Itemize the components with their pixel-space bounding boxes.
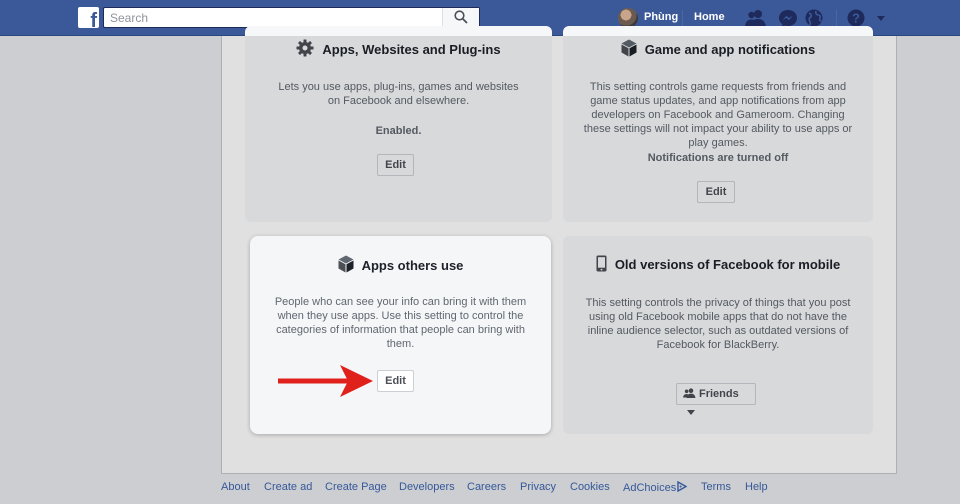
avatar <box>618 8 638 28</box>
friends-icon <box>683 388 696 398</box>
footer-link-create-page[interactable]: Create Page <box>325 481 387 493</box>
game-app-notifications-card: Game and app notifications This setting … <box>563 26 873 222</box>
card-title: Game and app notifications <box>563 39 873 57</box>
cube-icon <box>621 39 637 57</box>
red-arrow-icon <box>278 365 373 397</box>
footer-link-about[interactable]: About <box>221 481 250 493</box>
cube-icon <box>338 255 354 273</box>
apps-websites-plugins-card: Apps, Websites and Plug-ins Lets you use… <box>245 26 552 222</box>
svg-text:?: ? <box>852 11 860 26</box>
footer-link-cookies[interactable]: Cookies <box>570 481 610 493</box>
home-link[interactable]: Home <box>694 11 725 23</box>
gear-icon <box>296 39 314 57</box>
footer-link-privacy[interactable]: Privacy <box>520 481 556 493</box>
dropdown-caret-icon[interactable] <box>874 8 888 28</box>
apps-others-use-card: Apps others use People who can see your … <box>250 236 551 434</box>
card-title: Apps, Websites and Plug-ins <box>245 39 552 57</box>
footer-link-adchoices-label: AdChoices <box>623 482 677 494</box>
friend-requests-icon[interactable] <box>745 8 767 28</box>
card-title-text: Apps others use <box>361 258 464 273</box>
card-description: Lets you use apps, plug-ins, games and w… <box>278 81 519 107</box>
nav-divider <box>836 10 837 26</box>
edit-apps-button[interactable]: Edit <box>377 154 414 176</box>
card-status: Enabled. <box>375 125 422 137</box>
card-description: This setting controls game requests from… <box>583 81 853 149</box>
help-icon[interactable]: ? <box>846 8 868 28</box>
edit-game-notifications-button[interactable]: Edit <box>697 181 735 203</box>
footer-link-adchoices[interactable]: AdChoices <box>623 480 688 494</box>
card-description: This setting controls the privacy of thi… <box>585 297 851 351</box>
search-box <box>103 7 480 28</box>
card-title-text: Apps, Websites and Plug-ins <box>322 42 501 57</box>
notifications-globe-icon[interactable] <box>803 8 825 28</box>
search-icon <box>454 10 468 24</box>
card-title: Old versions of Facebook for mobile <box>563 255 873 272</box>
audience-selector-button[interactable]: Friends <box>676 383 756 415</box>
footer-link-careers[interactable]: Careers <box>467 481 506 493</box>
card-status: Notifications are turned off <box>647 152 789 164</box>
footer-link-developers[interactable]: Developers <box>399 481 455 493</box>
search-input[interactable] <box>104 8 444 27</box>
audience-label: Friends <box>699 388 739 400</box>
footer-link-help[interactable]: Help <box>745 481 768 493</box>
search-button[interactable] <box>442 8 479 27</box>
adchoices-icon <box>677 480 688 493</box>
footer-link-create-ad[interactable]: Create ad <box>264 481 312 493</box>
old-versions-mobile-card: Old versions of Facebook for mobile This… <box>563 236 873 434</box>
user-name: Phùng <box>644 11 679 23</box>
card-description: People who can see your info can bring i… <box>274 296 527 350</box>
card-title-text: Game and app notifications <box>644 42 816 57</box>
card-title-text: Old versions of Facebook for mobile <box>614 257 841 272</box>
mobile-phone-icon <box>596 255 607 272</box>
edit-apps-others-use-button[interactable]: Edit <box>377 370 414 392</box>
footer-link-terms[interactable]: Terms <box>701 481 731 493</box>
facebook-logo[interactable]: f <box>78 7 99 28</box>
card-title: Apps others use <box>250 255 551 273</box>
messenger-icon[interactable] <box>777 8 799 28</box>
nav-divider <box>682 10 683 26</box>
chevron-down-icon <box>687 410 695 415</box>
